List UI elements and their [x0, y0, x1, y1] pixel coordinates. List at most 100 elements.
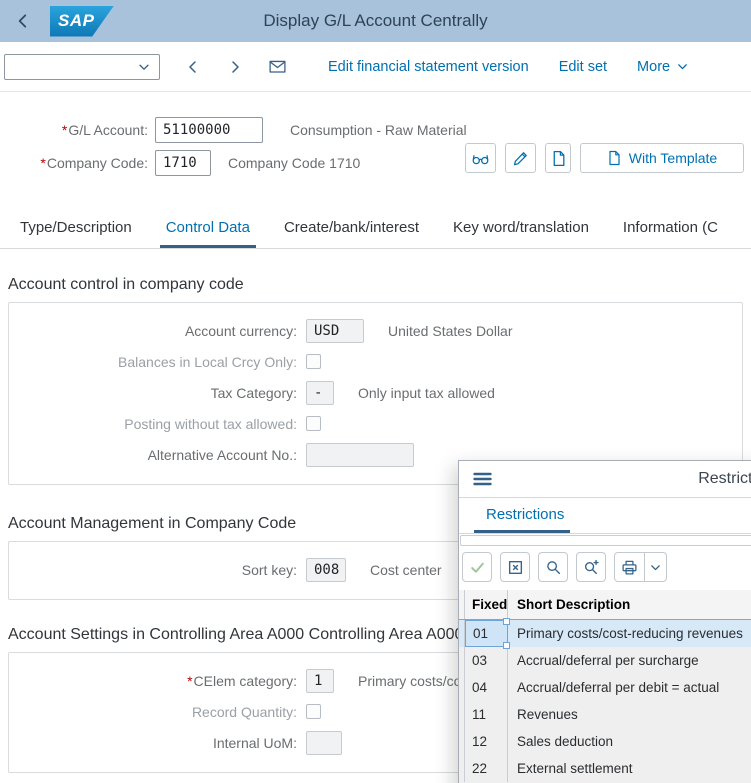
restrictions-dialog-title: Restrictions: [698, 470, 751, 488]
tax-category-field: -: [306, 381, 334, 405]
gl-account-input[interactable]: 51100000: [155, 117, 263, 143]
restrictions-table: Fixed Short Description 01 Primary costs…: [459, 590, 751, 783]
edit-set-link[interactable]: Edit set: [559, 59, 607, 75]
active-tab-underline: [474, 530, 570, 533]
company-code-input[interactable]: 1710: [155, 150, 211, 176]
required-marker: *: [187, 673, 192, 689]
edit-financial-statement-version-link[interactable]: Edit financial statement version: [328, 59, 529, 75]
hamburger-icon: [472, 471, 493, 487]
table-row[interactable]: 04 Accrual/deferral per debit = actual: [459, 674, 751, 701]
account-currency-description: United States Dollar: [388, 323, 513, 339]
tab-type-description[interactable]: Type/Description: [20, 206, 132, 248]
restrictions-toolbar: [459, 546, 751, 588]
top-shell-bar: SAP Display G/L Account Centrally: [0, 0, 751, 42]
search-plus-icon: [583, 559, 600, 576]
account-currency-field: USD: [306, 319, 364, 343]
cell-fixed: 04: [465, 674, 508, 701]
tax-category-description: Only input tax allowed: [358, 385, 495, 401]
chevron-down-icon: [129, 60, 159, 74]
with-template-label: With Template: [629, 150, 717, 166]
posting-without-tax-checkbox: [306, 416, 321, 431]
column-header-fixed[interactable]: Fixed: [465, 590, 508, 619]
confirm-button[interactable]: [462, 552, 492, 582]
tab-strip: Type/Description Control Data Create/ban…: [0, 206, 751, 249]
check-icon: [469, 559, 486, 576]
restrictions-dialog: Restrictions Restrictions: [458, 460, 751, 783]
account-currency-row: Account currency: USD United States Doll…: [9, 315, 742, 346]
sap-display-gl-account-screen: SAP Display G/L Account Centrally Ed: [0, 0, 751, 783]
cell-short-description: External settlement: [508, 755, 751, 782]
cell-short-description: Primary costs/cost-reducing revenues: [508, 620, 751, 647]
gl-account-row: *G/L Account: 51100000 Consumption - Raw…: [0, 113, 751, 146]
balances-local-crcy-row: Balances in Local Crcy Only:: [9, 346, 742, 377]
copy-button[interactable]: [545, 143, 571, 173]
cell-short-description: Revenues: [508, 701, 751, 728]
transaction-combobox[interactable]: [4, 54, 160, 80]
more-label: More: [637, 59, 670, 75]
search-more-button[interactable]: [576, 552, 606, 582]
hamburger-menu-button[interactable]: [472, 471, 493, 487]
chevron-left-icon: [185, 59, 201, 75]
posting-without-tax-label: Posting without tax allowed:: [9, 416, 297, 432]
table-row[interactable]: 11 Revenues: [459, 701, 751, 728]
search-button[interactable]: [538, 552, 568, 582]
tab-create-bank-interest[interactable]: Create/bank/interest: [284, 206, 419, 248]
tab-restrictions[interactable]: Restrictions: [486, 506, 564, 523]
company-code-description: Company Code 1710: [228, 155, 360, 171]
cell-short-description: Accrual/deferral per debit = actual: [508, 674, 751, 701]
cell-fixed: 01: [465, 620, 508, 647]
tab-information[interactable]: Information (C: [623, 206, 718, 248]
table-row[interactable]: 12 Sales deduction: [459, 728, 751, 755]
gl-account-description: Consumption - Raw Material: [290, 122, 467, 138]
display-button[interactable]: [465, 143, 496, 173]
close-button[interactable]: [500, 552, 530, 582]
more-menu-button[interactable]: More: [637, 59, 689, 75]
balances-local-crcy-checkbox: [306, 354, 321, 369]
restrictions-table-header: Fixed Short Description: [459, 590, 751, 620]
with-template-button[interactable]: With Template: [580, 143, 744, 173]
page-icon: [551, 150, 566, 167]
celem-category-label: *CElem category:: [9, 673, 297, 689]
section-heading-account-control: Account control in company code: [8, 276, 743, 294]
internal-uom-label: Internal UoM:: [9, 735, 297, 751]
table-row[interactable]: 01 Primary costs/cost-reducing revenues: [459, 620, 751, 647]
tax-category-label: Tax Category:: [9, 385, 297, 401]
table-row[interactable]: 03 Accrual/deferral per surcharge: [459, 647, 751, 674]
cell-short-description: Accrual/deferral per surcharge: [508, 647, 751, 674]
restrictions-table-body: 01 Primary costs/cost-reducing revenues …: [459, 620, 751, 782]
required-marker: *: [62, 122, 67, 138]
page-title: Display G/L Account Centrally: [0, 11, 751, 31]
search-icon: [545, 559, 562, 576]
cell-short-description: Sales deduction: [508, 728, 751, 755]
sort-key-label: Sort key:: [9, 562, 297, 578]
celem-category-field: 1: [306, 669, 334, 693]
cell-fixed: 12: [465, 728, 508, 755]
glasses-icon: [471, 150, 490, 167]
cell-fixed: 03: [465, 647, 508, 674]
restrictions-dialog-header: Restrictions: [459, 461, 751, 498]
alternative-account-label: Alternative Account No.:: [9, 447, 297, 463]
navigate-back-button[interactable]: [172, 52, 214, 82]
chevron-right-icon: [227, 59, 243, 75]
table-row[interactable]: 22 External settlement: [459, 755, 751, 782]
send-mail-button[interactable]: [256, 52, 298, 82]
posting-without-tax-row: Posting without tax allowed:: [9, 408, 742, 439]
tab-control-data[interactable]: Control Data: [166, 206, 250, 248]
balances-local-crcy-label: Balances in Local Crcy Only:: [9, 354, 297, 370]
company-code-label: *Company Code:: [0, 155, 148, 171]
column-header-short-description[interactable]: Short Description: [508, 590, 751, 619]
header-form: *G/L Account: 51100000 Consumption - Raw…: [0, 92, 751, 179]
collapsed-filter-strip: [460, 535, 751, 546]
internal-uom-field: [306, 731, 342, 755]
header-action-buttons: With Template: [465, 143, 744, 173]
print-split-button[interactable]: [614, 552, 667, 582]
edit-financial-statement-version-label: Edit financial statement version: [328, 59, 529, 75]
tab-key-word-translation[interactable]: Key word/translation: [453, 206, 589, 248]
page-icon: [607, 150, 621, 166]
gl-account-label: *G/L Account:: [0, 122, 148, 138]
cell-fixed: 22: [465, 755, 508, 782]
group-box-account-control: Account currency: USD United States Doll…: [8, 302, 743, 485]
alternative-account-field: [306, 443, 414, 467]
navigate-forward-button[interactable]: [214, 52, 256, 82]
edit-button[interactable]: [505, 143, 536, 173]
